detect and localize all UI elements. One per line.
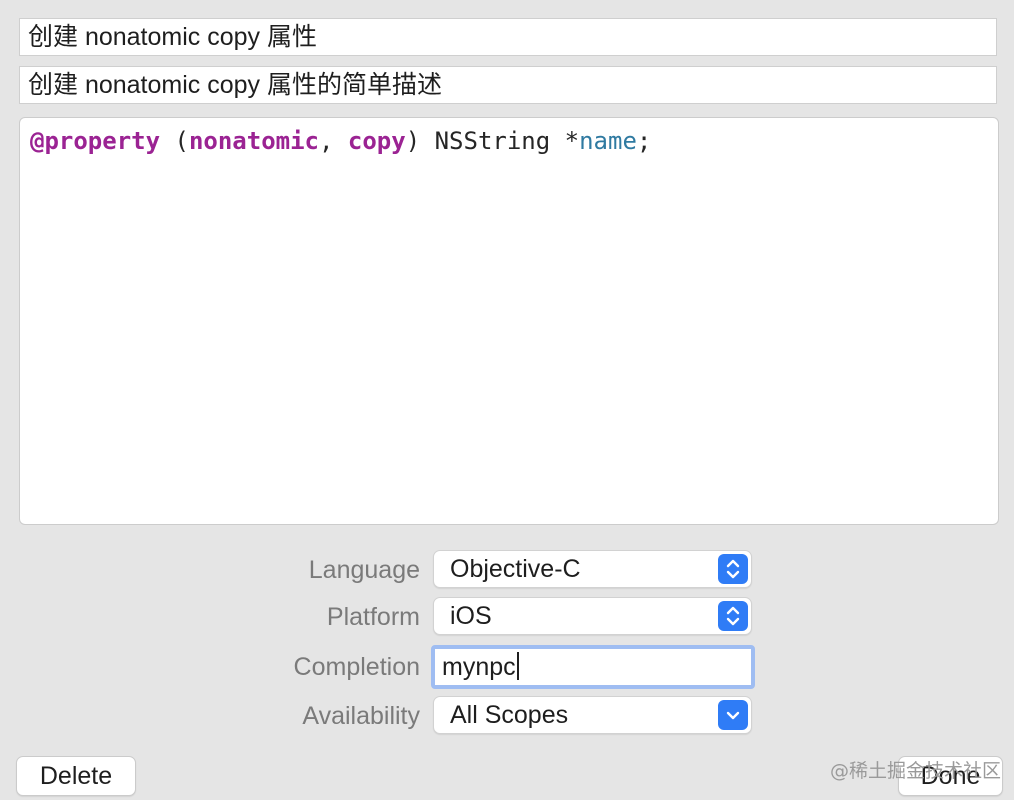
snippet-summary-field[interactable]: 创建 nonatomic copy 属性的简单描述 bbox=[19, 66, 997, 104]
up-down-chevron-icon bbox=[718, 554, 748, 584]
platform-row: Platform iOS bbox=[0, 597, 1014, 637]
availability-label: Availability bbox=[302, 702, 420, 730]
code-comma: , bbox=[319, 127, 348, 155]
completion-label: Completion bbox=[293, 653, 420, 681]
code-editor[interactable]: @property (nonatomic, copy) NSString *na… bbox=[19, 117, 999, 525]
platform-value: iOS bbox=[450, 602, 492, 630]
text-caret bbox=[516, 652, 519, 680]
code-keyword-copy: copy bbox=[347, 127, 406, 155]
platform-label: Platform bbox=[326, 603, 420, 631]
language-row: Language Objective-C bbox=[0, 550, 1014, 590]
language-value: Objective-C bbox=[450, 555, 581, 583]
snippet-title-field[interactable]: 创建 nonatomic copy 属性 bbox=[19, 18, 997, 56]
code-keyword-property: @property bbox=[30, 127, 161, 155]
language-popup[interactable]: Objective-C bbox=[433, 550, 752, 588]
code-type: ) NSString * bbox=[405, 127, 580, 155]
availability-popup[interactable]: All Scopes bbox=[433, 696, 752, 734]
delete-button[interactable]: Delete bbox=[16, 756, 136, 796]
platform-popup[interactable]: iOS bbox=[433, 597, 752, 635]
code-identifier-name: name bbox=[579, 127, 637, 155]
code-keyword-nonatomic: nonatomic bbox=[188, 127, 319, 155]
up-down-chevron-icon bbox=[718, 601, 748, 631]
availability-value: All Scopes bbox=[450, 701, 569, 729]
completion-input[interactable]: mynpc bbox=[431, 645, 755, 689]
code-open-paren: ( bbox=[160, 127, 189, 155]
watermark: @稀土掘金技术社区 bbox=[830, 760, 1002, 782]
chevron-down-icon bbox=[718, 700, 748, 730]
completion-text: mynpc bbox=[442, 653, 516, 681]
availability-row: Availability All Scopes bbox=[0, 696, 1014, 736]
language-label: Language bbox=[308, 556, 420, 584]
completion-value: mynpc bbox=[442, 649, 519, 685]
code-semicolon: ; bbox=[636, 127, 652, 155]
completion-row: Completion mynpc bbox=[0, 645, 1014, 689]
